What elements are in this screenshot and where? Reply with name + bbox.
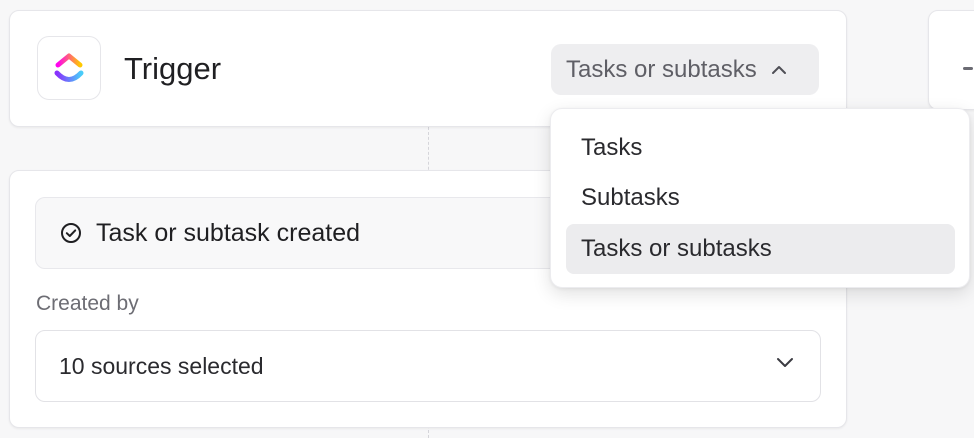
next-step-card[interactable] (928, 10, 974, 110)
menu-item-tasks-or-subtasks[interactable]: Tasks or subtasks (566, 224, 955, 274)
task-type-dropdown-menu: Tasks Subtasks Tasks or subtasks (550, 108, 970, 288)
created-by-label: Created by (36, 292, 139, 315)
created-by-value: 10 sources selected (59, 352, 264, 379)
trigger-title: Trigger (124, 51, 222, 86)
created-by-select[interactable]: 10 sources selected (35, 330, 821, 402)
menu-item-subtasks[interactable]: Subtasks (566, 173, 955, 223)
task-type-select[interactable]: Tasks or subtasks (551, 44, 819, 95)
task-type-select-value: Tasks or subtasks (566, 55, 757, 83)
menu-item-tasks[interactable]: Tasks (566, 123, 955, 173)
check-circle-icon (60, 222, 82, 244)
clickup-logo-icon (37, 36, 101, 100)
chevron-up-icon (771, 65, 787, 75)
minus-icon (963, 67, 973, 70)
event-label: Task or subtask created (96, 218, 361, 247)
chevron-down-icon (776, 357, 794, 368)
